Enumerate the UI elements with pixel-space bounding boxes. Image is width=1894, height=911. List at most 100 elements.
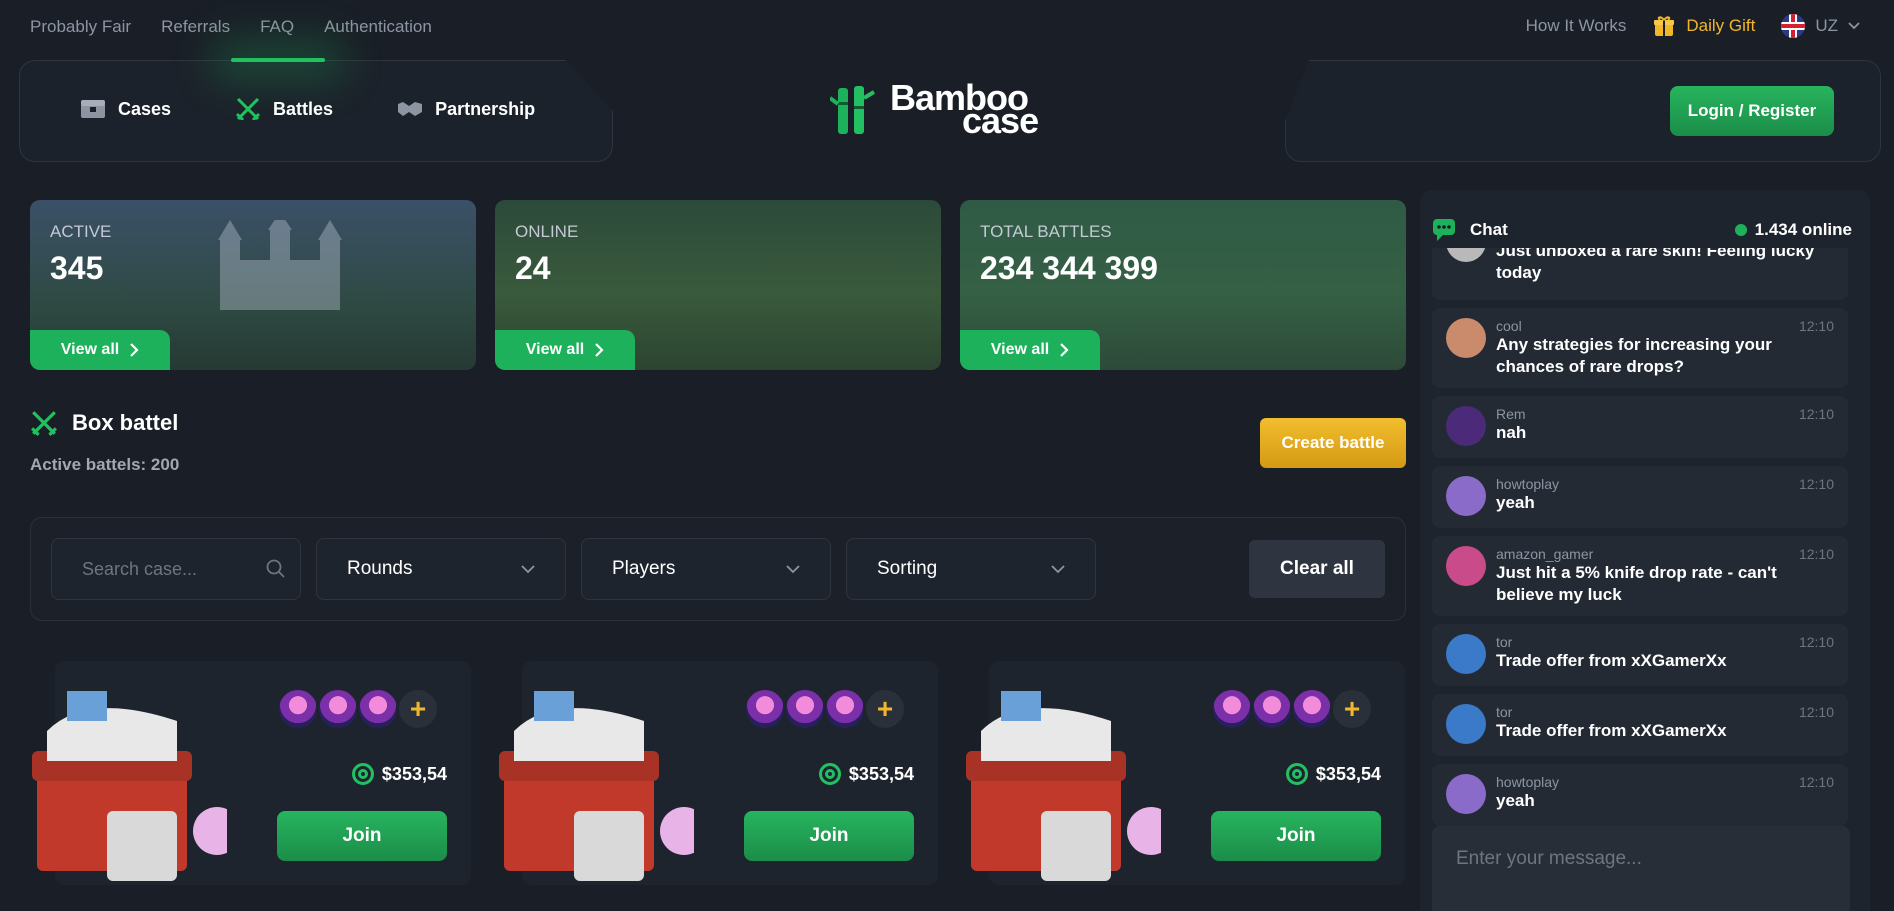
main-nav: Cases Battles Partnership [80, 58, 535, 120]
message-time: 12:10 [1798, 634, 1834, 651]
sorting-select[interactable]: Sorting [846, 538, 1096, 600]
battle-card: + $353,54 Join [966, 661, 1405, 885]
box-battle-heading: Box battel [30, 410, 178, 436]
nav-item-cases[interactable]: Cases [80, 98, 171, 120]
view-all-button[interactable]: View all [30, 330, 170, 370]
chat-message: Just unboxed a rare skin! Feeling lucky … [1432, 248, 1848, 300]
message-username[interactable]: amazon_gamer [1496, 546, 1836, 562]
user-avatar [1446, 546, 1486, 587]
message-text: Trade offer from xXGamerXx [1496, 721, 1727, 741]
add-player-button[interactable]: + [863, 687, 907, 731]
user-avatar [1446, 406, 1486, 447]
add-player-button[interactable]: + [1330, 687, 1374, 731]
handshake-icon [398, 102, 423, 116]
coin-icon [1285, 763, 1308, 785]
chat-header: Chat 1.434 online [1432, 218, 1852, 242]
view-all-label: View all [525, 341, 585, 358]
view-all-button[interactable]: View all [960, 330, 1100, 370]
chevron-right-icon [1060, 343, 1069, 357]
chat-input-box[interactable] [1432, 826, 1850, 911]
battle-price: $353,54 [351, 763, 447, 785]
top-link-authentication[interactable]: Authentication [324, 17, 432, 37]
players-avatars: + [276, 687, 440, 731]
message-username[interactable]: tor [1496, 704, 1836, 720]
top-bar: Probably Fair Referrals FAQ Authenticati… [0, 0, 1894, 54]
coin-icon [351, 763, 374, 785]
message-text: yeah [1496, 791, 1535, 811]
user-avatar [1446, 634, 1486, 675]
view-all-label: View all [990, 341, 1050, 358]
chat-message-input[interactable] [1456, 848, 1826, 870]
join-button[interactable]: Join [277, 811, 447, 861]
message-username[interactable]: Rem [1496, 406, 1836, 422]
chat-message: Rem 12:10 nah [1432, 396, 1848, 459]
message-text: Any strategies for increasing your chanc… [1496, 335, 1772, 377]
top-link-probably-fair[interactable]: Probably Fair [30, 17, 131, 37]
player-avatar [1210, 687, 1254, 731]
top-link-referrals[interactable]: Referrals [161, 17, 230, 37]
online-dot-icon [1734, 224, 1747, 236]
chevron-right-icon [595, 343, 604, 357]
message-time: 12:10 [1798, 476, 1834, 493]
battle-card: + $353,54 Join [499, 661, 938, 885]
player-avatar [1250, 687, 1294, 731]
box-battle-title: Box battel [72, 410, 179, 435]
message-username[interactable]: tor [1496, 634, 1836, 650]
top-link-faq[interactable]: FAQ [260, 17, 294, 37]
chevron-right-icon [130, 343, 139, 357]
message-username[interactable]: cool [1496, 318, 1836, 334]
price-value: $353,54 [381, 763, 447, 784]
battle-price: $353,54 [1285, 763, 1381, 785]
logo-text: Bamboo case [890, 80, 1039, 139]
message-time: 12:10 [1798, 406, 1834, 423]
stat-card-online: ONLINE 24 View all [495, 200, 941, 370]
logo[interactable]: Bamboo case [830, 80, 1039, 139]
top-nav: Probably Fair Referrals FAQ Authenticati… [30, 17, 432, 37]
rounds-select[interactable]: Rounds [316, 538, 566, 600]
search-input[interactable] [82, 559, 262, 580]
message-username[interactable]: howtoplay [1496, 476, 1836, 492]
chevron-down-icon [1051, 565, 1065, 574]
how-it-works-link[interactable]: How It Works [1526, 16, 1627, 36]
join-button[interactable]: Join [744, 811, 914, 861]
search-icon [266, 559, 285, 578]
view-all-label: View all [60, 341, 120, 358]
nav-item-label: Battles [273, 98, 334, 119]
search-field[interactable] [51, 538, 301, 600]
message-username[interactable]: howtoplay [1496, 774, 1836, 790]
message-text: nah [1496, 423, 1527, 443]
crossed-swords-icon [235, 98, 261, 120]
user-avatar [1446, 774, 1486, 815]
clear-all-button[interactable]: Clear all [1249, 540, 1385, 598]
join-button[interactable]: Join [1211, 811, 1381, 861]
players-select[interactable]: Players [581, 538, 831, 600]
battle-card: + $353,54 Join [32, 661, 471, 885]
chat-message: tor 12:10 Trade offer from xXGamerXx [1432, 694, 1848, 757]
sneaker-box-image [499, 691, 694, 881]
login-register-button[interactable]: Login / Register [1670, 86, 1834, 136]
user-avatar [1446, 318, 1486, 358]
chat-message: howtoplay 12:10 yeah [1432, 466, 1848, 529]
chevron-down-icon [521, 565, 535, 574]
player-avatar [316, 687, 360, 731]
language-select[interactable]: UZ [1781, 14, 1860, 38]
coin-icon [818, 763, 841, 785]
stat-value: 345 [50, 250, 104, 286]
nav-item-partnership[interactable]: Partnership [397, 98, 535, 120]
player-avatar [823, 687, 867, 731]
chest-icon [81, 100, 105, 118]
message-time: 12:10 [1798, 704, 1834, 721]
gift-icon [1654, 16, 1675, 36]
nav-item-battles[interactable]: Battles [231, 58, 334, 120]
crossed-swords-icon [31, 411, 57, 436]
players-avatars: + [743, 687, 907, 731]
stat-value: 234 344 399 [980, 250, 1158, 286]
message-time: 12:10 [1798, 546, 1834, 563]
create-battle-button[interactable]: Create battle [1260, 418, 1406, 468]
add-player-button[interactable]: + [396, 687, 440, 731]
view-all-button[interactable]: View all [495, 330, 635, 370]
sorting-label: Sorting [877, 558, 938, 579]
daily-gift-button[interactable]: Daily Gift [1652, 14, 1755, 38]
players-avatars: + [1210, 687, 1374, 731]
chat-messages[interactable]: Just unboxed a rare skin! Feeling lucky … [1432, 248, 1848, 828]
